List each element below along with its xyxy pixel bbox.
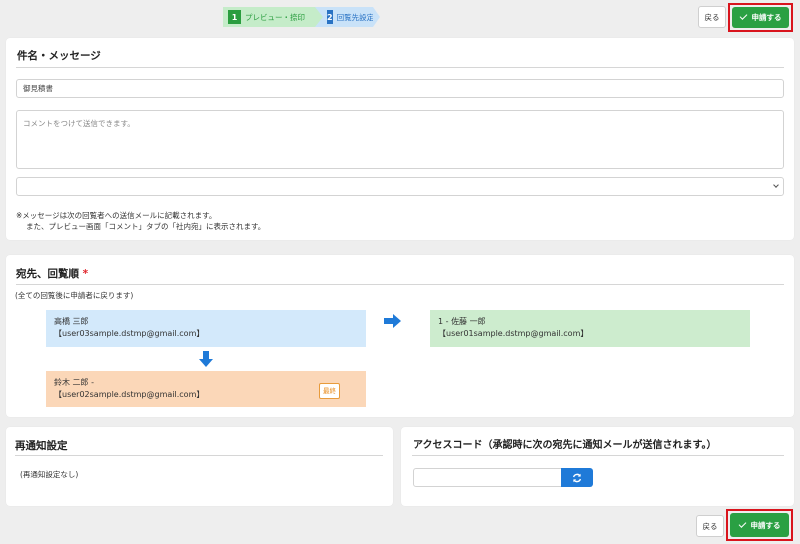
- check-icon: [738, 519, 746, 528]
- step-number: 1: [228, 10, 241, 24]
- arrow-down-icon: [199, 351, 213, 367]
- section-title: 宛先、回覧順 *: [16, 266, 88, 281]
- route-card: 宛先、回覧順 * (全ての回覧後に申請者に戻ります) 高橋 三郎 【user03…: [6, 255, 794, 417]
- refresh-icon: [572, 473, 582, 482]
- recipient-name: 鈴木 二郎 -: [54, 378, 94, 387]
- recipient-name: 高橋 三郎: [54, 317, 89, 326]
- apply-button-label: 申請する: [751, 13, 782, 22]
- renotify-value: (再通知設定なし): [20, 470, 79, 479]
- recipient-card[interactable]: 鈴木 二郎 - 【user02sample.dstmp@gmail.com】 最…: [46, 371, 366, 407]
- back-button[interactable]: 戻る: [696, 515, 724, 537]
- section-title-text: 宛先、回覧順: [16, 268, 79, 280]
- apply-button-highlight: 申請する: [728, 3, 793, 32]
- note-line: また、プレビュー画面「コメント」タブの「社内宛」に表示されます。: [26, 222, 266, 231]
- route-subtitle: (全ての回覧後に申請者に戻ります): [15, 291, 134, 300]
- recipient-card[interactable]: 1 - 佐藤 一郎 【user01sample.dstmp@gmail.com】: [430, 310, 750, 347]
- step-label: 回覧先設定: [336, 12, 375, 22]
- divider: [16, 67, 784, 68]
- progress-stepper: 1 プレビュー・捺印 2 回覧先設定: [223, 7, 380, 27]
- access-code-card: アクセスコード（承認時に次の宛先に通知メールが送信されます。）: [401, 427, 794, 506]
- subject-message-card: 件名・メッセージ 御見積書 コメントをつけて送信できます。 ※メッセージは次の回…: [6, 38, 794, 240]
- renotify-card: 再通知設定 (再通知設定なし): [6, 427, 393, 506]
- required-mark: *: [82, 268, 89, 280]
- note-line: ※メッセージは次の回覧者への送信メールに記載されます。: [16, 211, 217, 220]
- access-code-input[interactable]: [413, 468, 562, 487]
- step-preview[interactable]: 1 プレビュー・捺印: [223, 7, 323, 27]
- recipient-email: 【user02sample.dstmp@gmail.com】: [54, 390, 205, 399]
- message-template-select[interactable]: [16, 177, 784, 196]
- section-title: 再通知設定: [15, 440, 68, 452]
- apply-button-label: 申請する: [750, 520, 781, 530]
- apply-button[interactable]: 申請する: [730, 513, 789, 537]
- section-title: 件名・メッセージ: [17, 50, 101, 62]
- divider: [15, 455, 383, 456]
- recipient-card[interactable]: 高橋 三郎 【user03sample.dstmp@gmail.com】: [46, 310, 366, 347]
- step-route-settings[interactable]: 2 回覧先設定: [315, 7, 380, 27]
- arrow-right-icon: [384, 314, 401, 328]
- check-icon: [739, 12, 747, 20]
- final-badge: 最終: [319, 383, 340, 399]
- comment-textarea[interactable]: コメントをつけて送信できます。: [16, 110, 784, 169]
- step-label: プレビュー・捺印: [245, 12, 305, 22]
- step-number: 2: [327, 10, 333, 24]
- chevron-down-icon: [773, 182, 779, 188]
- back-button[interactable]: 戻る: [698, 6, 726, 28]
- recipient-email: 【user01sample.dstmp@gmail.com】: [438, 329, 589, 338]
- apply-button[interactable]: 申請する: [732, 7, 789, 28]
- section-title: アクセスコード（承認時に次の宛先に通知メールが送信されます。）: [413, 440, 717, 451]
- recipient-email: 【user03sample.dstmp@gmail.com】: [54, 329, 205, 338]
- apply-button-highlight: 申請する: [726, 509, 793, 541]
- divider: [412, 455, 784, 456]
- divider: [16, 284, 784, 285]
- subject-input[interactable]: 御見積書: [16, 79, 784, 98]
- refresh-button[interactable]: [561, 468, 593, 487]
- message-note: ※メッセージは次の回覧者への送信メールに記載されます。 また、プレビュー画面「コ…: [16, 210, 265, 232]
- recipient-name: 1 - 佐藤 一郎: [438, 317, 486, 326]
